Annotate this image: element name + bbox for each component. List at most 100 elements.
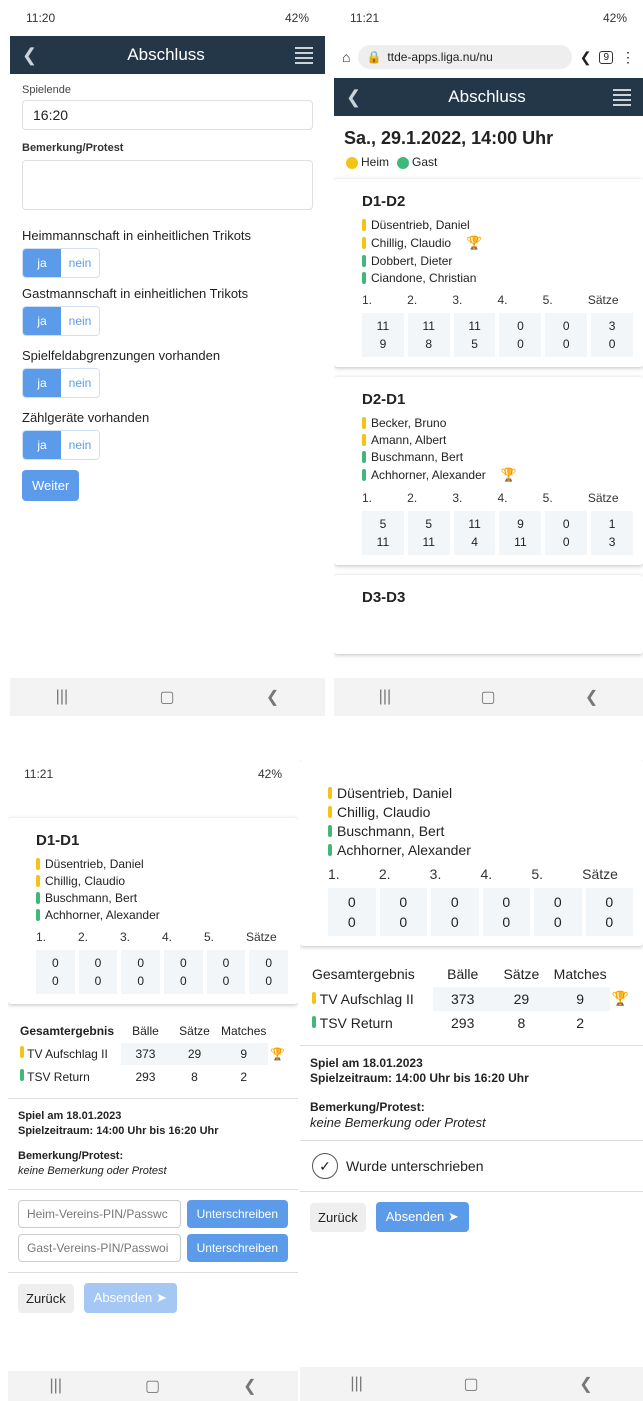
player-name: Chillig, Claudio [337,804,431,820]
remark-value: keine Bemerkung oder Protest [310,1115,486,1130]
spielende-label: Spielende [22,84,71,96]
weiter-button[interactable]: Weiter [22,470,80,501]
toggle-yes[interactable]: ja [23,249,61,277]
player-name: Ciandone, Christian [371,271,477,285]
player-name: Buschmann, Bert [45,891,138,905]
home-icon[interactable]: ▢ [463,1374,478,1394]
send-button[interactable]: Absenden ➤ [83,1283,177,1313]
home-dot-icon [346,156,358,169]
trophy-icon: 🏆 [466,235,483,250]
toggle-boundaries[interactable]: ja nein [22,368,100,398]
battery-level: 42% [284,11,309,25]
back-icon[interactable]: ❮ [266,687,279,707]
trophy-icon: 🏆 [270,1046,286,1061]
legend-home: Heim [361,155,390,169]
android-nav-bar: ||| ▢ ❮ [300,1367,643,1401]
total-label: Gesamtergebnis [312,966,415,982]
player-name: Düsentrieb, Daniel [371,218,470,232]
toggle-yes[interactable]: ja [23,369,61,397]
toggle-home-jerseys[interactable]: ja nein [22,248,100,278]
player-row: Amann, Albert [362,433,633,447]
set-scores: 5 11 5 11 11 4 9 11 00 13 [362,511,633,555]
player-name: Düsentrieb, Daniel [337,785,453,801]
recents-icon[interactable]: ||| [56,688,68,706]
match-title: D3-D3 [362,589,406,606]
player-name: Achhorner, Alexander [337,842,471,858]
back-icon[interactable]: ❮ [585,687,598,707]
menu-icon[interactable] [294,46,313,64]
toggle-guest-jerseys[interactable]: ja nein [22,306,100,336]
trophy-icon: 🏆 [611,990,629,1006]
set-headers: 1. 2. 3. 4. 5. Sätze [362,293,619,307]
toggle-no[interactable]: nein [61,369,99,397]
bemerkung-textarea[interactable] [22,160,313,210]
battery-level: 42% [602,11,627,25]
guest-pin-input[interactable]: Gast-Vereins-PIN/Passwoi [18,1234,181,1262]
player-row: Düsentrieb, Daniel [362,218,633,232]
player-row: Achhorner, Alexander [328,842,633,858]
signed-status: ✓ Wurde unterschrieben [312,1153,631,1179]
signed-label: Wurde unterschrieben [346,1158,484,1174]
status-bar: 11:21 42% [334,0,643,36]
signed-screen: Düsentrieb, Daniel Chillig, Claudio Busc… [300,760,643,1401]
team-row: TV Aufschlag II [310,987,433,1011]
recents-icon[interactable]: ||| [379,688,391,706]
send-button[interactable]: Absenden ➤ [375,1202,469,1232]
player-name: Achhorner, Alexander [45,908,160,922]
status-bar: 11:20 42% [10,0,325,36]
back-icon[interactable]: ❮ [243,1376,256,1396]
legend: Heim Gast [346,155,631,169]
guest-sign-button[interactable]: Unterschreiben [186,1234,288,1262]
player-row: Buschmann, Bert [36,891,288,905]
back-chevron-icon[interactable]: ❮ [22,45,37,66]
back-button[interactable]: Zurück [18,1283,74,1313]
player-row: Achhorner, Alexander [36,908,288,922]
recents-icon[interactable]: ||| [50,1377,62,1395]
home-icon[interactable]: ⌂ [342,49,350,65]
trophy-icon: 🏆 [500,467,517,482]
set-headers: 1. 2. 3. 4. 5. Sätze [328,866,618,882]
home-sign-button[interactable]: Unterschreiben [186,1200,288,1228]
spielende-input[interactable]: 16:20 [22,100,313,130]
toggle-counters[interactable]: ja nein [22,430,100,460]
toggle-yes[interactable]: ja [23,431,61,459]
toggle-yes[interactable]: ja [23,307,61,335]
menu-icon[interactable] [612,88,631,106]
home-icon[interactable]: ▢ [145,1376,160,1396]
back-icon[interactable]: ❮ [579,1374,592,1394]
lock-icon: 🔒 [366,50,382,64]
page-title: Abschluss [127,45,205,64]
total-label: Gesamtergebnis [20,1024,115,1038]
home-icon[interactable]: ▢ [159,687,174,707]
question-counters: Zählgeräte vorhanden [22,410,150,425]
player-name: Düsentrieb, Daniel [45,857,144,871]
player-row: Chillig, Claudio [36,874,288,888]
player-row: Düsentrieb, Daniel [328,785,633,801]
question-guest-jerseys: Gastmannschaft in einheitlichen Trikots [22,286,249,301]
more-icon[interactable]: ⋮ [621,49,635,66]
player-name: Amann, Albert [371,433,447,447]
match-title: D1-D1 [36,832,80,849]
match-card: D3-D3 [334,575,643,654]
url-field[interactable]: 🔒 ttde-apps.liga.nu/nu [358,45,572,69]
total-table: Gesamtergebnis Bälle Sätze Matches TV Aufsc… [300,962,643,1035]
battery-level: 42% [257,767,282,781]
android-nav-bar: ||| ▢ ❮ [8,1371,298,1401]
toggle-no[interactable]: nein [61,307,99,335]
home-pin-input[interactable]: Heim-Vereins-PIN/Passwc [18,1200,181,1228]
share-icon[interactable]: ❮ [580,49,592,66]
toggle-no[interactable]: nein [61,249,99,277]
browser-bar: ⌂ 🔒 ttde-apps.liga.nu/nu ❮ 9 ⋮ [334,36,643,78]
match-title: D2-D1 [362,391,406,408]
question-boundaries: Spielfeldabgrenzungen vorhanden [22,348,221,363]
back-chevron-icon[interactable]: ❮ [346,87,361,108]
home-icon[interactable]: ▢ [480,687,495,707]
back-button[interactable]: Zurück [310,1202,366,1232]
match-card: D1-D2 Düsentrieb, Daniel Chillig, Claudi… [334,179,643,367]
tab-count[interactable]: 9 [599,50,613,64]
check-icon: ✓ [312,1153,338,1179]
toggle-no[interactable]: nein [61,431,99,459]
send-icon: ➤ [155,1290,167,1305]
recents-icon[interactable]: ||| [350,1375,362,1393]
clock: 11:21 [350,11,380,25]
